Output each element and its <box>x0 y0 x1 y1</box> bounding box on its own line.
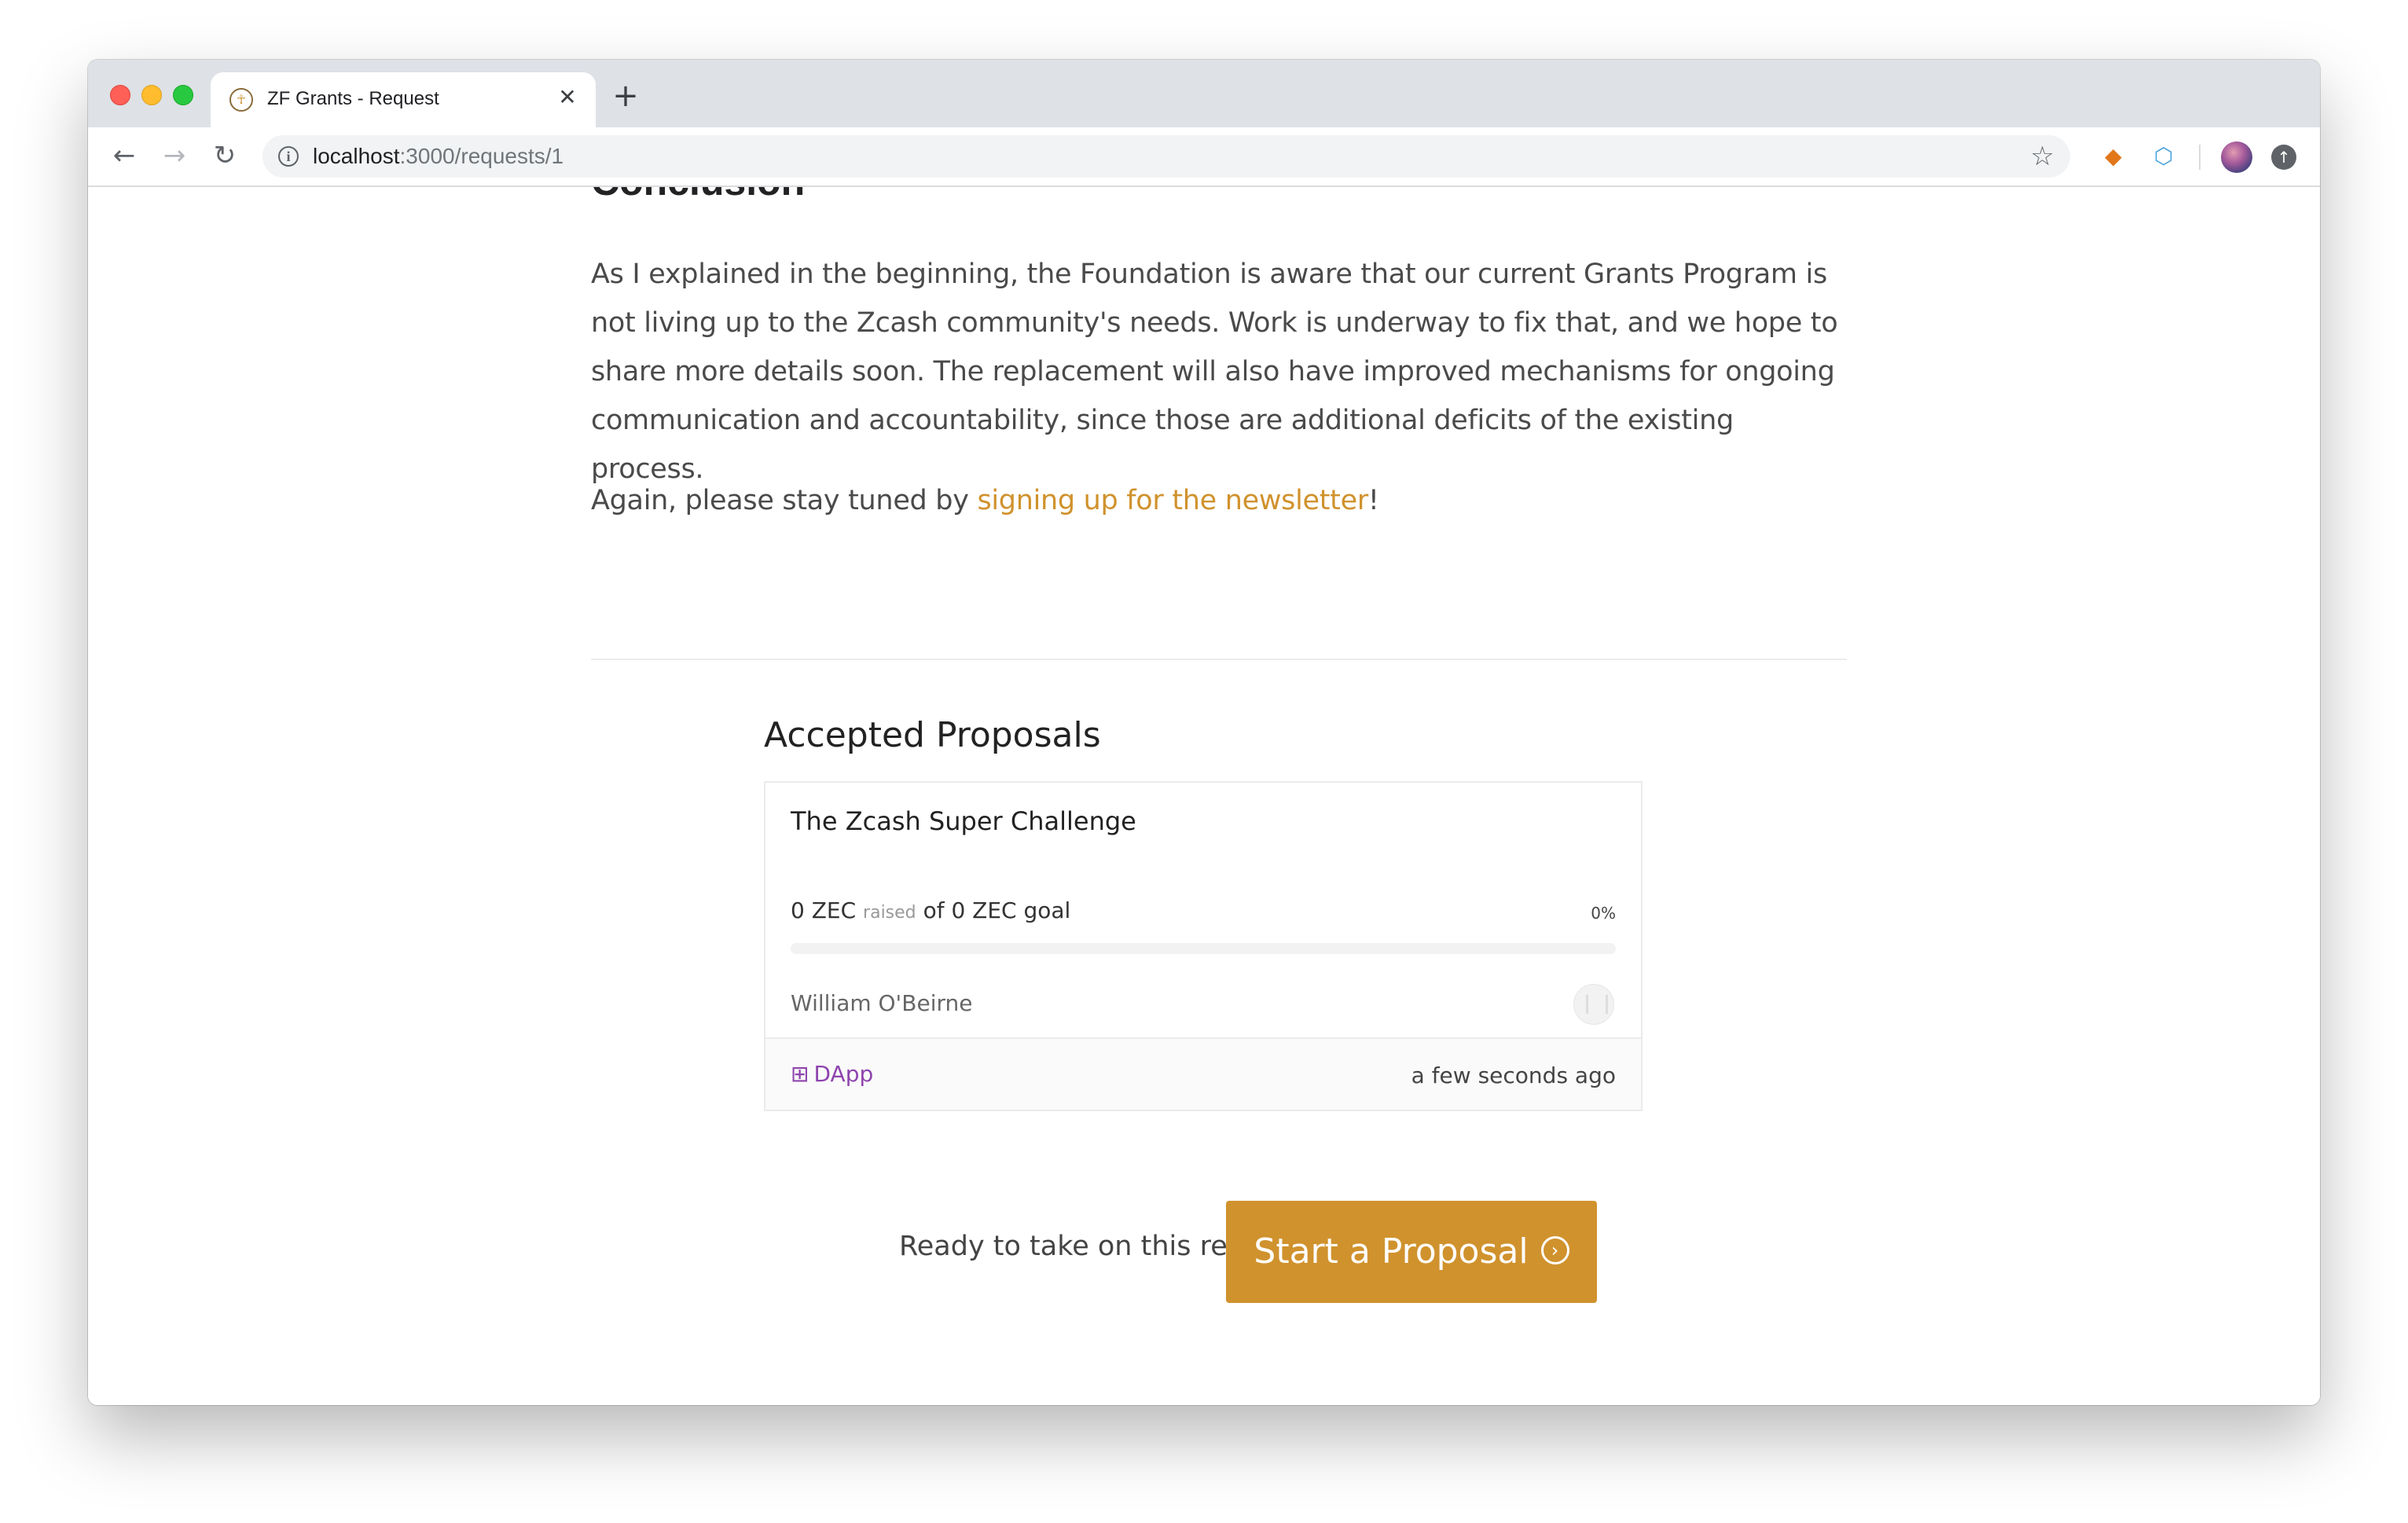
category-label: DApp <box>813 1061 874 1087</box>
proposal-card[interactable]: The Zcash Super Challenge 0 ZEC raised o… <box>764 781 1643 1111</box>
proposal-time: a few seconds ago <box>1411 1062 1616 1088</box>
funding-progress-bar <box>791 943 1616 954</box>
proposal-funding: 0 ZEC raised of 0 ZEC goal <box>791 897 1070 923</box>
browser-window: ☥ ZF Grants - Request ✕ + ← → ↻ i localh… <box>88 60 2320 1405</box>
url-text[interactable]: localhost:3000/requests/1 <box>313 144 563 169</box>
extension-cube-icon[interactable]: ⬡ <box>2150 143 2177 170</box>
profile-avatar[interactable] <box>2221 141 2252 173</box>
info-icon[interactable]: i <box>278 146 299 167</box>
section-divider <box>591 659 1847 660</box>
tab-close-icon[interactable]: ✕ <box>553 83 582 112</box>
raised-amount: 0 ZEC <box>791 897 857 923</box>
back-arrow-icon[interactable]: ← <box>108 140 140 171</box>
maximize-window-button[interactable] <box>173 85 193 105</box>
section-heading: Conclusion <box>591 187 805 204</box>
minimize-window-button[interactable] <box>141 85 162 105</box>
page-content: Conclusion As I explained in the beginni… <box>88 187 2320 1405</box>
paragraph-text-end: ! <box>1367 485 1379 516</box>
author-avatar <box>1573 984 1614 1025</box>
close-window-button[interactable] <box>110 85 130 105</box>
update-arrow-icon[interactable]: ↑ <box>2271 145 2296 170</box>
new-tab-button[interactable]: + <box>610 80 641 112</box>
tab-zf-grants[interactable]: ☥ ZF Grants - Request ✕ <box>211 72 596 127</box>
raised-label: raised <box>863 903 916 923</box>
url-path: :3000/requests/1 <box>399 144 564 168</box>
proposal-card-footer: ⊞ DApp a few seconds ago <box>765 1037 1641 1110</box>
start-proposal-label: Start a Proposal <box>1254 1231 1529 1272</box>
address-bar[interactable]: i localhost:3000/requests/1 ☆ <box>262 135 2070 178</box>
reload-icon[interactable]: ↻ <box>209 140 240 171</box>
proposal-author: William O'Beirne <box>791 990 973 1016</box>
funding-percent: 0% <box>1591 904 1616 923</box>
paragraph-text: Again, please stay tuned by <box>591 485 978 516</box>
goal-text: of 0 ZEC goal <box>923 897 1071 923</box>
url-host: localhost <box>313 144 400 168</box>
newsletter-link[interactable]: signing up for the newsletter <box>977 485 1368 516</box>
metamask-fox-icon[interactable]: ◆ <box>2100 143 2127 170</box>
conclusion-paragraph: As I explained in the beginning, the Fou… <box>591 259 1838 485</box>
zf-favicon-icon: ☥ <box>229 88 253 112</box>
proposal-title[interactable]: The Zcash Super Challenge <box>791 806 1136 836</box>
grid-icon: ⊞ <box>791 1061 809 1087</box>
start-proposal-button[interactable]: Start a Proposal › <box>1226 1201 1597 1303</box>
accepted-proposals-title: Accepted Proposals <box>764 715 1101 755</box>
chevron-right-circle-icon: › <box>1540 1236 1569 1264</box>
bookmark-star-icon[interactable]: ☆ <box>2031 140 2054 173</box>
toolbar-divider <box>2199 145 2201 170</box>
proposal-category: ⊞ DApp <box>791 1061 873 1087</box>
tab-strip: ☥ ZF Grants - Request ✕ + <box>88 60 2320 127</box>
newsletter-paragraph: Again, please stay tuned by signing up f… <box>591 476 1841 525</box>
forward-arrow-icon[interactable]: → <box>159 140 190 171</box>
tab-title: ZF Grants - Request <box>267 88 439 109</box>
browser-toolbar: ← → ↻ i localhost:3000/requests/1 ☆ ◆ ⬡ … <box>88 127 2320 187</box>
